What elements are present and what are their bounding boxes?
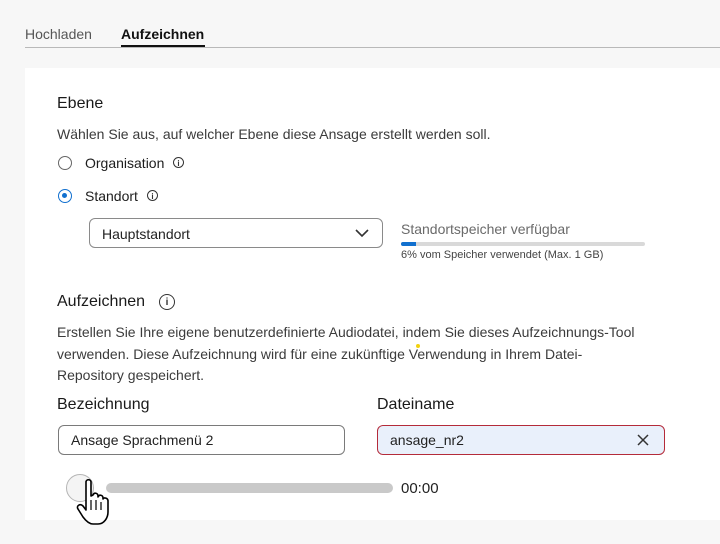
location-select-value: Hauptstandort [102, 226, 190, 242]
highlight-dot [416, 344, 420, 348]
record-heading: Aufzeichnen [57, 293, 146, 310]
tab-aufzeichnen[interactable]: Aufzeichnen [121, 26, 204, 42]
storage-title: Standortspeicher verfügbar [401, 221, 570, 237]
tab-hochladen[interactable]: Hochladen [25, 26, 92, 42]
radio-standort[interactable] [58, 189, 72, 203]
info-icon[interactable]: i [173, 157, 184, 168]
hand-cursor-icon [76, 478, 109, 525]
name-label: Bezeichnung [57, 396, 150, 413]
recording-time: 00:00 [401, 480, 439, 497]
storage-usage-text: 6% vom Speicher verwendet (Max. 1 GB) [401, 249, 604, 261]
level-heading: Ebene [57, 95, 104, 112]
record-description-line-2: verwenden. Diese Aufzeichnung wird für e… [57, 346, 583, 362]
record-description-line-1: Erstellen Sie Ihre eigene benutzerdefini… [57, 324, 635, 340]
recording-progress-track[interactable] [106, 483, 393, 493]
record-description-line-3: Repository gespeichert. [57, 367, 205, 383]
location-select[interactable]: Hauptstandort [89, 218, 383, 248]
info-icon[interactable]: i [159, 294, 175, 310]
storage-progress-bar [401, 242, 645, 246]
storage-progress-fill [401, 242, 416, 246]
radio-organisation-label: Organisation [85, 155, 165, 171]
tab-divider [25, 47, 720, 48]
filename-input-value: ansage_nr2 [390, 432, 464, 448]
close-icon[interactable] [636, 433, 650, 447]
tab-bar: Hochladen Aufzeichnen [0, 0, 720, 48]
name-input-value: Ansage Sprachmenü 2 [71, 432, 214, 448]
info-icon[interactable]: i [147, 190, 158, 201]
radio-organisation[interactable] [58, 156, 72, 170]
radio-standort-label: Standort [85, 188, 138, 204]
level-description: Wählen Sie aus, auf welcher Ebene diese … [57, 126, 491, 142]
name-input[interactable]: Ansage Sprachmenü 2 [58, 425, 345, 455]
filename-input[interactable]: ansage_nr2 [377, 425, 665, 455]
filename-label: Dateiname [377, 396, 455, 413]
chevron-down-icon [355, 229, 369, 238]
